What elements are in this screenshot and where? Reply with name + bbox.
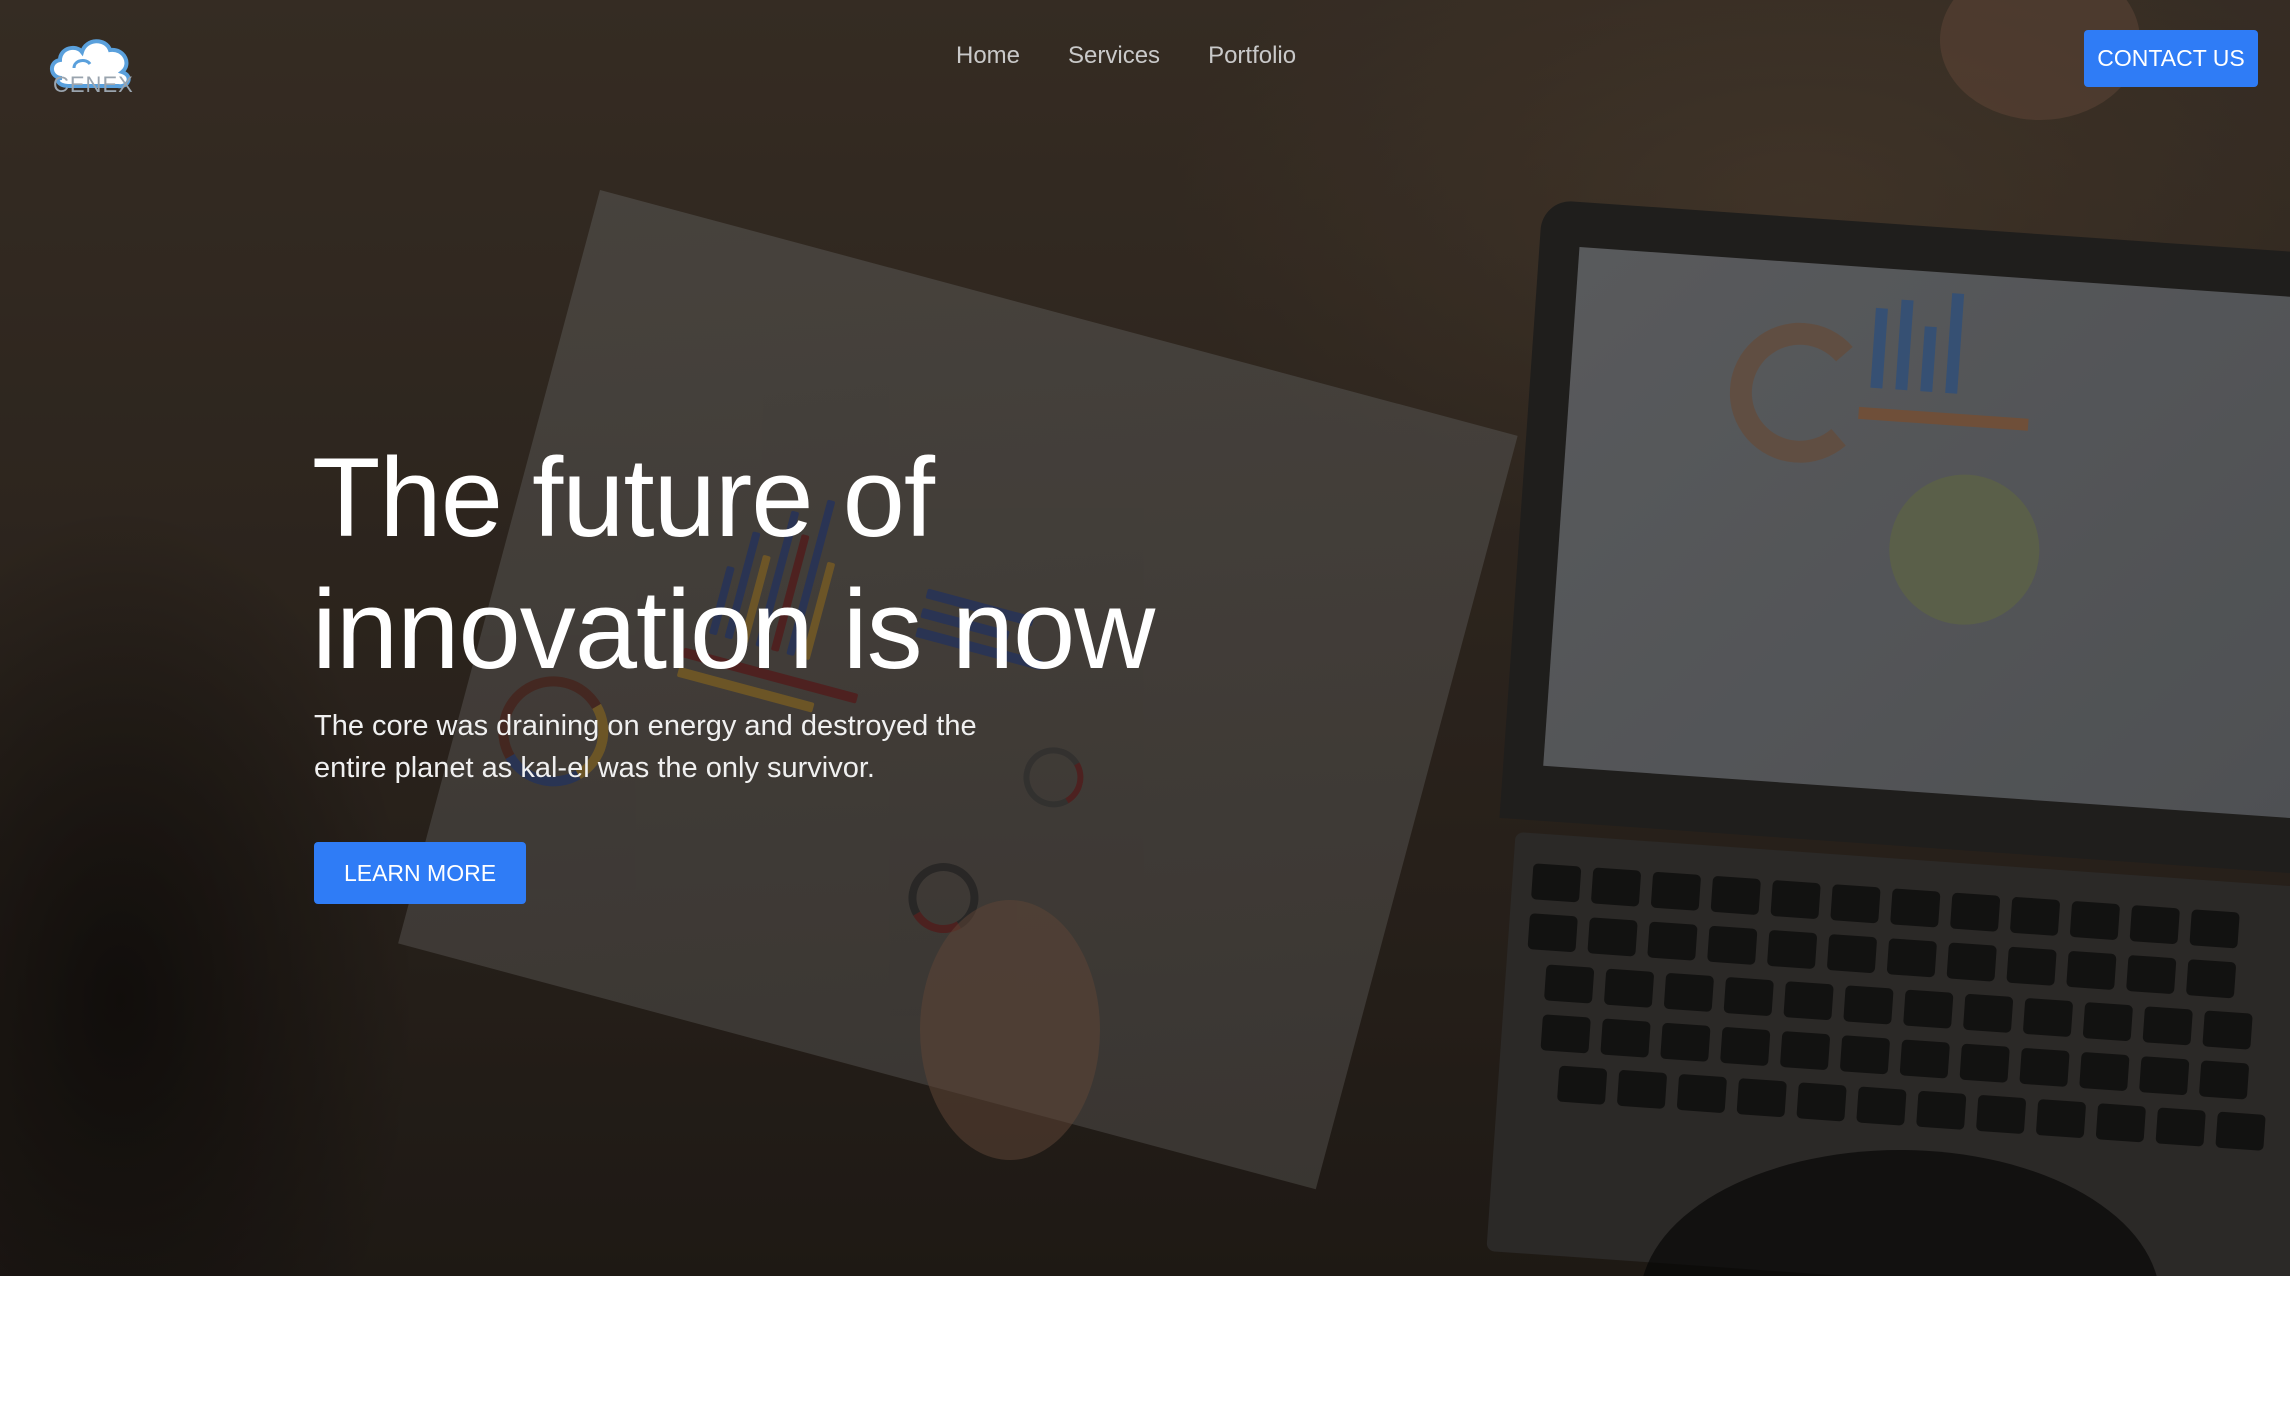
hero-subtext-line-2: entire planet as kal-el was the only sur… <box>314 752 875 784</box>
hero-subtext-line-1: The core was draining on energy and dest… <box>314 710 977 742</box>
content-section <box>0 1276 2290 1418</box>
nav-item-services[interactable]: Services <box>1068 42 1160 70</box>
main-nav: Home Services Portfolio <box>956 42 1296 70</box>
nav-item-home[interactable]: Home <box>956 42 1020 70</box>
nav-item-portfolio[interactable]: Portfolio <box>1208 42 1296 70</box>
hero-headline-line-1: The future of <box>312 435 935 560</box>
learn-more-button[interactable]: LEARN MORE <box>314 842 526 904</box>
contact-us-button[interactable]: CONTACT US <box>2084 30 2258 87</box>
hero-headline: The future of innovation is now <box>312 432 1312 696</box>
logo-text[interactable]: CENEX <box>53 72 134 98</box>
background-hand-pen <box>920 900 1100 1160</box>
hero-subtext: The core was draining on energy and dest… <box>314 705 1034 789</box>
background-laptop <box>1499 199 2290 881</box>
hero-headline-line-2: innovation is now <box>312 567 1155 692</box>
